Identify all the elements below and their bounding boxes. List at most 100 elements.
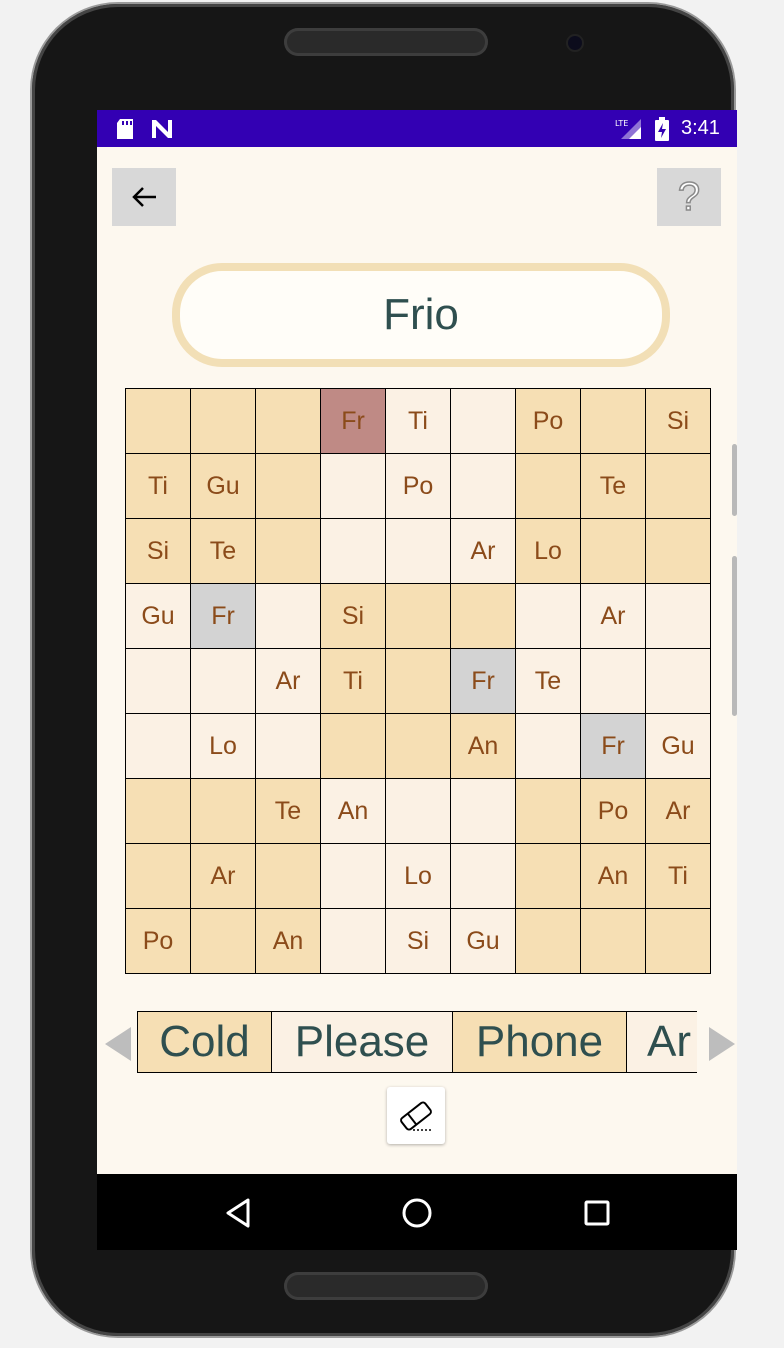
grid-cell[interactable] [386, 714, 451, 779]
grid-cell[interactable] [386, 649, 451, 714]
grid-cell[interactable]: Si [321, 584, 386, 649]
grid-cell[interactable] [451, 389, 516, 454]
grid-cell[interactable] [516, 454, 581, 519]
grid-cell[interactable] [386, 779, 451, 844]
grid-cell[interactable]: Si [646, 389, 711, 454]
grid-cell[interactable] [646, 649, 711, 714]
grid-cell[interactable] [451, 779, 516, 844]
grid-cell[interactable]: Ti [321, 649, 386, 714]
grid-cell[interactable] [581, 389, 646, 454]
nav-home-icon[interactable] [401, 1197, 433, 1229]
grid-cell[interactable] [646, 584, 711, 649]
grid-cell[interactable] [646, 909, 711, 974]
grid-cell[interactable] [126, 844, 191, 909]
grid-cell[interactable] [516, 714, 581, 779]
grid-cell[interactable] [451, 454, 516, 519]
grid-cell[interactable] [516, 909, 581, 974]
grid-cell[interactable]: Si [386, 909, 451, 974]
nav-back-icon[interactable] [224, 1198, 252, 1228]
grid-cell[interactable] [126, 649, 191, 714]
grid-cell[interactable]: Te [581, 454, 646, 519]
grid-cell[interactable]: Ar [581, 584, 646, 649]
grid-cell[interactable]: Ti [386, 389, 451, 454]
grid-cell[interactable] [256, 454, 321, 519]
word-choice[interactable]: Phone [453, 1012, 627, 1072]
grid-cell[interactable] [256, 519, 321, 584]
grid-cell[interactable]: Fr [451, 649, 516, 714]
grid-cell[interactable]: Lo [516, 519, 581, 584]
grid-cell[interactable] [581, 519, 646, 584]
grid-cell[interactable] [321, 844, 386, 909]
grid-cell[interactable] [256, 389, 321, 454]
grid-cell[interactable]: Ar [646, 779, 711, 844]
grid-cell[interactable]: Te [191, 519, 256, 584]
grid-cell[interactable] [191, 909, 256, 974]
grid-cell[interactable] [386, 519, 451, 584]
grid-cell[interactable] [256, 714, 321, 779]
arrow-left-icon [132, 187, 156, 207]
grid-cell[interactable]: Po [126, 909, 191, 974]
grid-cell[interactable] [646, 519, 711, 584]
grid-cell[interactable]: Lo [386, 844, 451, 909]
grid-cell[interactable] [321, 909, 386, 974]
grid-cell[interactable] [451, 584, 516, 649]
grid-cell[interactable]: An [581, 844, 646, 909]
grid-cell[interactable]: Fr [581, 714, 646, 779]
grid-cell[interactable]: Gu [646, 714, 711, 779]
grid-cell[interactable] [516, 584, 581, 649]
word-choice[interactable]: Cold [138, 1012, 272, 1072]
word-choice[interactable]: Ar [627, 1012, 697, 1072]
grid-cell[interactable]: Ti [126, 454, 191, 519]
triangle-left-icon[interactable] [105, 1027, 131, 1061]
grid-cell[interactable]: An [256, 909, 321, 974]
grid-cell[interactable]: Si [126, 519, 191, 584]
grid-cell[interactable] [126, 779, 191, 844]
grid-cell[interactable] [191, 389, 256, 454]
word-choice[interactable]: Please [272, 1012, 453, 1072]
grid-cell[interactable] [256, 844, 321, 909]
grid-cell[interactable] [516, 844, 581, 909]
grid-cell[interactable] [321, 714, 386, 779]
grid-cell[interactable] [646, 454, 711, 519]
eraser-button[interactable] [387, 1087, 445, 1144]
bottom-speaker [284, 1272, 488, 1300]
grid-cell[interactable]: Fr [191, 584, 256, 649]
help-button[interactable]: ? [657, 168, 721, 226]
grid-cell[interactable]: Ti [646, 844, 711, 909]
top-speaker [284, 28, 488, 56]
triangle-right-icon[interactable] [709, 1027, 735, 1061]
grid-cell[interactable]: Gu [451, 909, 516, 974]
grid-cell[interactable] [581, 649, 646, 714]
grid-cell[interactable] [126, 389, 191, 454]
back-button[interactable] [112, 168, 176, 226]
grid-cell[interactable] [516, 779, 581, 844]
grid-cell[interactable]: Gu [191, 454, 256, 519]
grid-cell[interactable]: An [451, 714, 516, 779]
grid-cell[interactable]: Te [516, 649, 581, 714]
grid-cell[interactable]: Fr [321, 389, 386, 454]
grid-cell[interactable] [321, 519, 386, 584]
grid-cell[interactable]: Po [386, 454, 451, 519]
grid-cell[interactable]: Lo [191, 714, 256, 779]
grid-cell[interactable] [191, 649, 256, 714]
grid-cell[interactable] [191, 779, 256, 844]
grid-cell[interactable]: Gu [126, 584, 191, 649]
grid-cell[interactable]: Po [581, 779, 646, 844]
grid-cell[interactable]: Po [516, 389, 581, 454]
nav-recents-icon[interactable] [583, 1199, 611, 1227]
grid-cell[interactable] [126, 714, 191, 779]
grid-cell[interactable]: Ar [191, 844, 256, 909]
battery-charging-icon [654, 110, 670, 147]
grid-cell[interactable] [386, 584, 451, 649]
grid-cell[interactable] [451, 844, 516, 909]
status-bar: LTE 3:41 [97, 110, 737, 147]
puzzle-grid: Fr Ti Po Si Ti Gu Po Te Si Te Ar Lo Gu Fr Si Ar Ar Ti Fr Te… [125, 388, 711, 974]
grid-cell[interactable]: Ar [451, 519, 516, 584]
grid-cell[interactable]: Ar [256, 649, 321, 714]
grid-cell[interactable] [581, 909, 646, 974]
grid-cell[interactable]: An [321, 779, 386, 844]
grid-cell[interactable] [256, 584, 321, 649]
grid-cell[interactable] [321, 454, 386, 519]
navigation-bar [97, 1174, 737, 1250]
grid-cell[interactable]: Te [256, 779, 321, 844]
